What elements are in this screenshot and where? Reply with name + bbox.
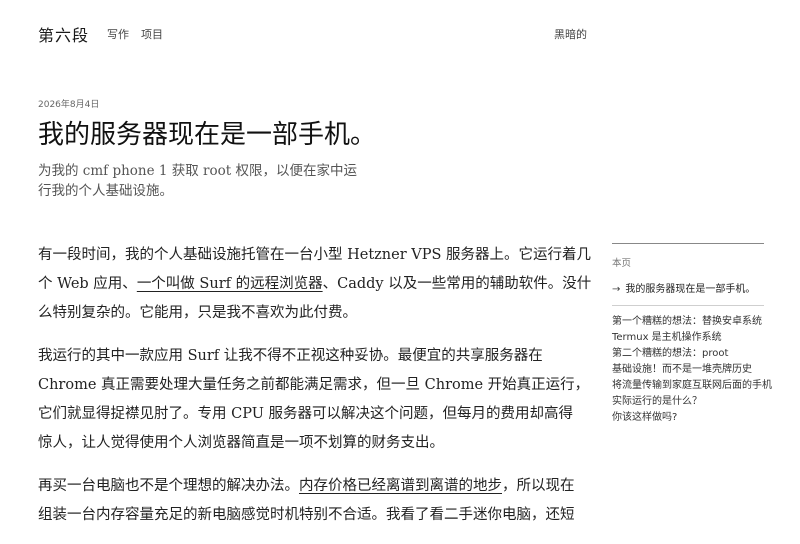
text-segment: 、Caddy 以及一些常用的辅助软件。没什 [322,276,592,292]
toc-item[interactable]: 基础设施！而不是一堆壳牌历史 [612,362,764,378]
toc-item[interactable]: 将流量传输到家庭互联网后面的手机 [612,378,772,394]
toc-current-label: 我的服务器现在是一部手机。 [625,284,756,295]
paragraph-line: 惊人，让人觉得使用个人浏览器简直是一项不划算的财务支出。 [38,435,444,451]
post-subtitle: 为我的 cmf phone 1 获取 root 权限，以便在家中运行我的个人基础… [38,163,357,199]
paragraph-line: 个 Web 应用、一个叫做 Surf 的远程浏览器、Caddy 以及一些常用的辅… [38,276,591,292]
toc-item[interactable]: 第二个糟糕的想法：proot [612,346,764,362]
arrow-right-icon: → [612,284,621,295]
paragraph-line: 再买一台电脑也不是个理想的解决办法。内存价格已经离谱到离谱的地步，所以现在 [38,478,575,494]
toc-item[interactable]: 你该这样做吗? [612,410,764,426]
article-paragraph: 再买一台电脑也不是个理想的解决办法。内存价格已经离谱到离谱的地步，所以现在 组装一… [38,472,598,530]
paragraph-line: Chrome 真正需要处理大量任务之前都能满足需求，但一旦 Chrome 开始真… [38,377,590,393]
table-of-contents: 本页 → 我的服务器现在是一部手机。 第一个糟糕的想法：替换安卓系统 Termux … [612,243,772,426]
inline-link[interactable]: 内存价格已经离谱到离谱的地步 [299,478,502,494]
post-date: 2026年8月4日 [38,100,100,110]
theme-toggle[interactable]: 黑暗的 [554,26,587,42]
toc-item[interactable]: 实际运行的是什么？ [612,394,764,410]
toc-item[interactable]: Termux 是主机操作系统 [612,330,764,346]
toc-current-item[interactable]: → 我的服务器现在是一部手机。 [612,280,764,306]
toc-heading: 本页 [612,258,632,269]
toc-item[interactable]: 第一个糟糕的想法：替换安卓系统 [612,314,764,330]
paragraph-line: 组装一台内存容量充足的新电脑感觉时机特别不合适。我看了看二手迷你电脑，还短 [38,507,575,523]
article-paragraph: 有一段时间，我的个人基础设施托管在一台小型 Hetzner VPS 服务器上。它… [38,241,598,328]
article-body: 有一段时间，我的个人基础设施托管在一台小型 Hetzner VPS 服务器上。它… [38,241,598,544]
text-segment: ，所以现在 [502,478,575,494]
text-segment: 再买一台电脑也不是个理想的解决办法。 [38,478,299,494]
article-paragraph: 我运行的其中一款应用 Surf 让我不得不正视这种妥协。最便宜的共享服务器在 Ch… [38,342,598,458]
nav-link-writing[interactable]: 写作 [107,26,129,42]
paragraph-line: 么特别复杂的。它能用，只是我不喜欢为此付费。 [38,305,357,321]
text-segment: 个 Web 应用、 [38,276,137,292]
paragraph-line: 有一段时间，我的个人基础设施托管在一台小型 Hetzner VPS 服务器上。它… [38,247,592,263]
toc-list: 第一个糟糕的想法：替换安卓系统 Termux 是主机操作系统 第二个糟糕的想法：pr… [612,314,772,426]
paragraph-line: 我运行的其中一款应用 Surf 让我不得不正视这种妥协。最便宜的共享服务器在 [38,348,543,364]
top-nav: 第六段 写作 项目 黑暗的 [0,0,800,70]
paragraph-line: 它们就显得捉襟见肘了。专用 CPU 服务器可以解决这个问题，但每月的费用却高得 [38,406,574,422]
site-title[interactable]: 第六段 [38,22,89,46]
nav-link-projects[interactable]: 项目 [141,26,163,42]
inline-link[interactable]: 一个叫做 Surf 的远程浏览器 [137,276,323,292]
post-title: 我的服务器现在是一部手机。 [38,120,377,150]
